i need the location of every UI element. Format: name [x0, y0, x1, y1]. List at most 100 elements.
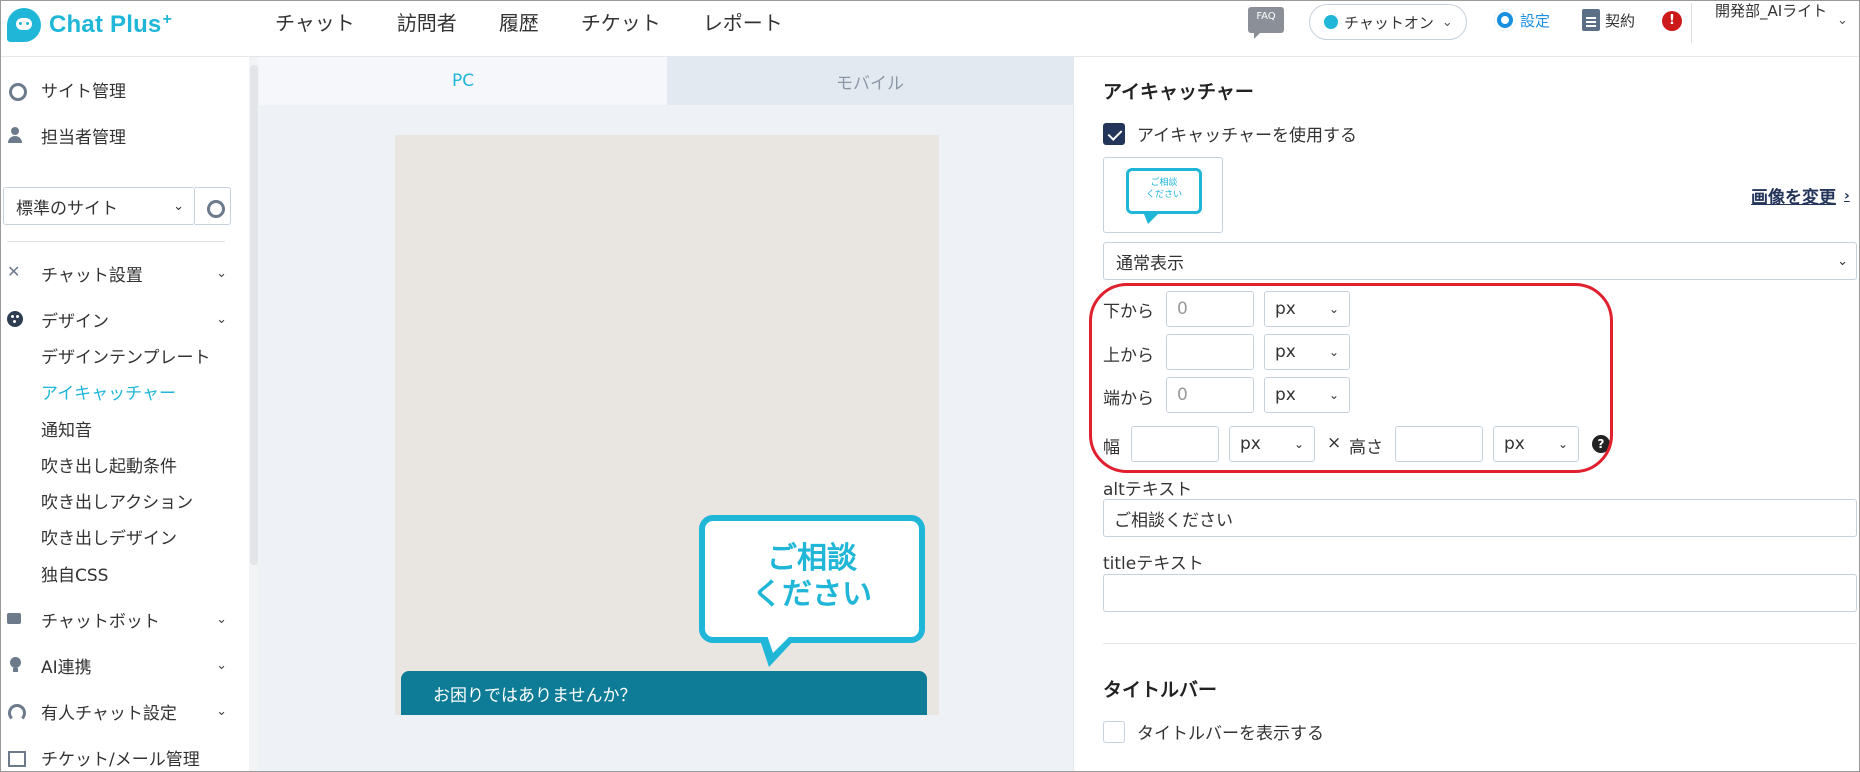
- show-titlebar-label: タイトルバーを表示する: [1137, 724, 1324, 744]
- headset-icon: [7, 703, 26, 722]
- title-text-label: titleテキスト: [1103, 554, 1204, 574]
- height-unit-select[interactable]: px ⌄: [1493, 426, 1579, 462]
- from-bottom-unit-select[interactable]: px ⌄: [1264, 291, 1350, 327]
- nav-visitors[interactable]: 訪問者: [397, 7, 457, 36]
- sidebar-scrollbar-thumb[interactable]: [250, 65, 258, 565]
- eyecatcher-section-title: アイキャッチャー: [1103, 81, 1254, 103]
- sidebar-item-ticket-mail[interactable]: チケット/メール管理: [1, 739, 241, 771]
- bubble-tail-inner: [767, 635, 791, 653]
- chat-title-bar[interactable]: お困りではありませんか？: [401, 671, 927, 715]
- chevron-right-icon: ›: [1844, 187, 1850, 204]
- sidebar-subitem-eyecatcher[interactable]: アイキャッチャー: [41, 376, 176, 406]
- from-top-label: 上から: [1103, 346, 1154, 366]
- show-titlebar-checkbox[interactable]: [1103, 720, 1125, 743]
- from-top-unit-select[interactable]: px ⌄: [1264, 334, 1350, 370]
- nav-chat[interactable]: チャット: [275, 7, 355, 36]
- sidebar-item-chatbot[interactable]: チャットボット ⌄: [1, 601, 241, 637]
- from-edge-label: 端から: [1103, 389, 1154, 409]
- eyecatcher-thumbnail: ご相談 ください: [1103, 157, 1223, 233]
- titlebar-section-title: タイトルバー: [1103, 679, 1218, 701]
- faq-button[interactable]: FAQ: [1248, 7, 1284, 39]
- chevron-down-icon: ⌄: [1328, 345, 1339, 359]
- from-top-input[interactable]: [1166, 334, 1254, 370]
- chat-bubble-logo-icon: [7, 8, 41, 42]
- use-eyecatcher-label: アイキャッチャーを使用する: [1137, 126, 1357, 146]
- tab-pc[interactable]: PC: [259, 57, 667, 105]
- from-edge-input[interactable]: 0: [1166, 377, 1254, 413]
- person-gear-icon: [7, 127, 23, 143]
- width-unit-select[interactable]: px ⌄: [1229, 426, 1315, 462]
- sidebar-item-label: デザイン: [41, 311, 109, 332]
- sidebar-item-label: サイト管理: [41, 81, 126, 102]
- site-select[interactable]: 標準のサイト ⌄: [3, 187, 195, 225]
- user-menu[interactable]: 開発部_AIライト: [1715, 1, 1835, 21]
- from-bottom-input[interactable]: 0: [1166, 291, 1254, 327]
- display-mode-select[interactable]: 通常表示 ⌄: [1103, 242, 1857, 280]
- sidebar-item-chat-setup[interactable]: チャット設置 ⌄: [1, 255, 241, 291]
- sidebar-item-ai[interactable]: AI連携 ⌄: [1, 647, 241, 683]
- tab-mobile[interactable]: モバイル: [667, 57, 1073, 105]
- chatplus-logo[interactable]: Chat Plus+: [7, 5, 172, 45]
- alert-icon[interactable]: !: [1662, 11, 1682, 31]
- thumbnail-tail: [1144, 214, 1158, 224]
- chevron-down-icon: ⌄: [216, 657, 227, 673]
- height-label: 高さ: [1349, 438, 1383, 458]
- help-icon[interactable]: ?: [1592, 435, 1610, 453]
- title-text-input[interactable]: [1103, 574, 1857, 612]
- chevron-down-icon: ⌄: [1837, 253, 1848, 269]
- eyecatcher-text: ご相談 ください: [752, 541, 872, 612]
- top-header: Chat Plus+ チャット 訪問者 履歴 チケット レポート FAQ チャッ…: [1, 1, 1859, 57]
- palette-icon: [7, 311, 23, 327]
- width-label: 幅: [1103, 438, 1120, 458]
- height-input[interactable]: [1395, 426, 1483, 462]
- tools-icon: [7, 262, 23, 281]
- chat-bubble-icon: [7, 611, 23, 627]
- unit-value: px: [1275, 299, 1296, 319]
- chevron-down-icon: ⌄: [1293, 437, 1304, 451]
- thumbnail-bubble: ご相談 ください: [1126, 168, 1202, 214]
- nav-reports[interactable]: レポート: [703, 7, 783, 36]
- display-mode-value: 通常表示: [1116, 253, 1184, 274]
- sidebar-subitem-notification-sound[interactable]: 通知音: [41, 413, 92, 443]
- sidebar-item-staff-admin[interactable]: 担当者管理: [1, 117, 241, 153]
- settings-link[interactable]: 設定: [1494, 9, 1550, 31]
- sidebar-subitem-design-template[interactable]: デザインテンプレート: [41, 340, 211, 370]
- contract-link[interactable]: 契約: [1582, 9, 1635, 31]
- unit-value: px: [1275, 385, 1296, 405]
- alt-text-input[interactable]: ご相談ください: [1103, 499, 1857, 537]
- sidebar-item-site-admin[interactable]: サイト管理: [1, 71, 241, 107]
- sidebar-subitem-custom-css[interactable]: 独自CSS: [41, 558, 108, 588]
- chevron-down-icon: ⌄: [1441, 14, 1453, 30]
- show-titlebar-row[interactable]: タイトルバーを表示する: [1103, 719, 1324, 744]
- app-window: Chat Plus+ チャット 訪問者 履歴 チケット レポート FAQ チャッ…: [0, 0, 1860, 772]
- chevron-down-icon[interactable]: ⌄: [1837, 13, 1848, 28]
- sidebar-subitem-bubble-action[interactable]: 吹き出しアクション: [41, 485, 193, 515]
- logo-text: Chat Plus+: [49, 11, 173, 38]
- chevron-down-icon: ⌄: [1328, 388, 1339, 402]
- change-image-link[interactable]: 画像を変更 ›: [1751, 183, 1850, 209]
- section-divider: [1103, 643, 1857, 644]
- width-input[interactable]: [1131, 426, 1219, 462]
- thumbnail-text: ご相談 ください: [1145, 178, 1182, 200]
- eyecatcher-preview[interactable]: ご相談 ください: [699, 515, 925, 667]
- sidebar-item-label: 担当者管理: [41, 127, 126, 148]
- nav-tickets[interactable]: チケット: [581, 7, 661, 36]
- chevron-down-icon: ⌄: [173, 198, 184, 214]
- sidebar-item-label: 有人チャット設定: [41, 703, 177, 724]
- nav-history[interactable]: 履歴: [499, 7, 539, 36]
- from-edge-unit-select[interactable]: px ⌄: [1264, 377, 1350, 413]
- sidebar-item-label: チケット/メール管理: [41, 749, 200, 770]
- sidebar-item-label: AI連携: [41, 657, 92, 678]
- sidebar-divider: [7, 241, 225, 242]
- site-settings-button[interactable]: [195, 187, 231, 225]
- use-eyecatcher-checkbox[interactable]: [1103, 122, 1125, 145]
- chevron-down-icon: ⌄: [216, 703, 227, 719]
- chat-status-toggle[interactable]: チャットオン ⌄: [1309, 4, 1467, 40]
- sidebar-item-manned-chat[interactable]: 有人チャット設定 ⌄: [1, 693, 241, 729]
- gear-icon: [1494, 9, 1516, 31]
- sidebar-subitem-bubble-design[interactable]: 吹き出しデザイン: [41, 521, 177, 551]
- sidebar-item-design[interactable]: デザイン ⌄: [1, 301, 241, 337]
- settings-label: 設定: [1520, 11, 1551, 30]
- sidebar-subitem-bubble-trigger[interactable]: 吹き出し起動条件: [41, 449, 177, 479]
- use-eyecatcher-row[interactable]: アイキャッチャーを使用する: [1103, 121, 1357, 146]
